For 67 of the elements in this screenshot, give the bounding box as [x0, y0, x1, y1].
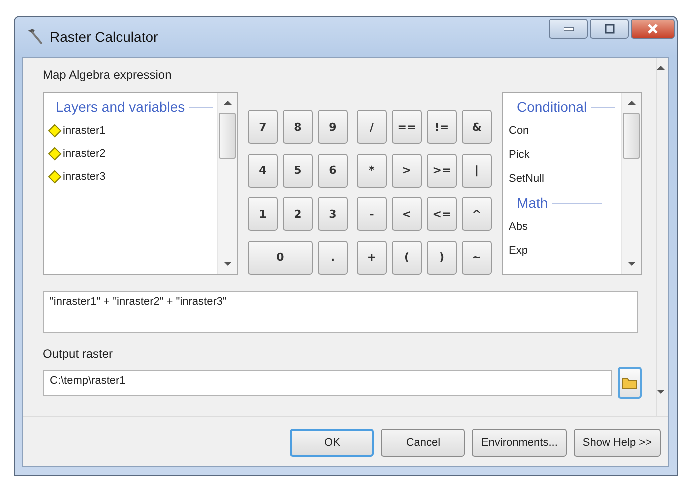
key-button[interactable]: - — [357, 197, 387, 231]
scrollbar-thumb[interactable] — [219, 113, 236, 159]
key-button[interactable]: / — [357, 110, 387, 144]
layer-item[interactable]: inraster2 — [63, 148, 106, 160]
window-title: Raster Calculator — [50, 29, 158, 45]
function-item[interactable]: Exp — [509, 239, 615, 263]
key-button[interactable]: != — [427, 110, 457, 144]
key-button[interactable]: <= — [427, 197, 457, 231]
function-item[interactable]: Abs — [509, 215, 615, 239]
group-heading: Conditional — [517, 99, 588, 115]
function-item[interactable]: Con — [509, 119, 615, 143]
scroll-up-icon[interactable] — [628, 101, 636, 105]
hammer-icon — [26, 28, 44, 46]
close-button[interactable] — [631, 19, 675, 39]
key-button[interactable]: 2 — [283, 197, 313, 231]
key-button[interactable]: == — [392, 110, 422, 144]
key-button[interactable]: 8 — [283, 110, 313, 144]
close-icon — [647, 23, 659, 35]
key-button[interactable]: 6 — [318, 154, 348, 188]
function-item[interactable]: Pick — [509, 143, 615, 167]
minimize-button[interactable] — [549, 19, 588, 39]
scroll-up-icon[interactable] — [224, 101, 232, 105]
scroll-down-icon[interactable] — [657, 390, 665, 394]
dialog-button[interactable]: Environments... — [472, 429, 567, 457]
key-button[interactable]: | — [462, 154, 492, 188]
maximize-button[interactable] — [590, 19, 629, 39]
function-item[interactable]: SetNull — [509, 167, 615, 191]
key-button[interactable]: 5 — [283, 154, 313, 188]
key-button[interactable]: ( — [392, 240, 422, 274]
key-button[interactable]: 1 — [248, 197, 278, 231]
scroll-up-icon[interactable] — [657, 66, 665, 70]
key-button[interactable]: * — [357, 154, 387, 188]
dialog-button[interactable]: OK — [290, 429, 374, 457]
diamond-icon — [48, 124, 62, 138]
scroll-down-icon[interactable] — [628, 262, 636, 266]
scrollbar-thumb[interactable] — [623, 113, 640, 159]
key-button[interactable]: < — [392, 197, 422, 231]
dialog-button[interactable]: Cancel — [381, 429, 466, 457]
key-button[interactable]: > — [392, 154, 422, 188]
folder-icon — [622, 376, 638, 390]
expression-field[interactable]: "inraster1" + "inraster2" + "inraster3" — [43, 291, 638, 333]
key-button[interactable]: ~ — [462, 240, 492, 274]
list-heading: Layers and variables — [56, 99, 186, 115]
layer-item[interactable]: inraster3 — [63, 170, 106, 182]
key-button[interactable]: >= — [427, 154, 457, 188]
field-label: Output raster — [43, 347, 114, 361]
output-field[interactable]: C:\temp\raster1 — [43, 370, 612, 396]
dialog-button[interactable]: Show Help >> — [574, 429, 661, 457]
minimize-icon — [564, 26, 574, 32]
key-button[interactable]: . — [318, 240, 348, 274]
group-heading: Math — [517, 195, 548, 211]
layer-item[interactable]: inraster1 — [63, 124, 106, 136]
key-button[interactable]: 3 — [318, 197, 348, 231]
browse-button[interactable] — [618, 367, 642, 399]
key-button[interactable]: & — [462, 110, 492, 144]
key-button[interactable]: 7 — [248, 110, 278, 144]
key-button[interactable]: + — [357, 240, 387, 274]
key-button[interactable]: ^ — [462, 197, 492, 231]
scroll-down-icon[interactable] — [224, 262, 232, 266]
section-label: Map Algebra expression — [43, 68, 173, 82]
key-button[interactable]: 4 — [248, 154, 278, 188]
maximize-icon — [604, 24, 614, 34]
diamond-icon — [48, 146, 62, 160]
key-button[interactable]: 9 — [318, 110, 348, 144]
diamond-icon — [48, 170, 62, 184]
key-button[interactable]: ) — [427, 240, 457, 274]
key-button[interactable]: 0 — [248, 240, 313, 274]
